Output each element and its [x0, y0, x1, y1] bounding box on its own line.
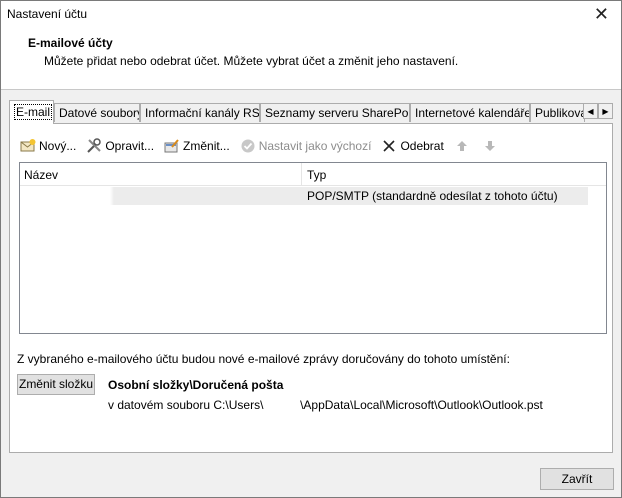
title-bar: Nastavení účtu ✕ [1, 1, 621, 29]
change-account-button[interactable]: Změnit... [164, 138, 230, 154]
tab-published-calendars[interactable]: Publikovan [530, 103, 585, 122]
account-name-cell [20, 187, 302, 205]
move-down-icon[interactable] [482, 138, 498, 154]
email-tab-panel: Nový... Opravit... Změnit... Nastavit ja… [9, 123, 613, 453]
accounts-list[interactable]: Název Typ POP/SMTP (standardně odesílat … [19, 162, 607, 334]
tools-icon [86, 138, 102, 154]
tab-rss-feeds[interactable]: Informační kanály RSS [140, 103, 260, 122]
repair-account-label: Opravit... [105, 139, 155, 153]
checkmark-circle-icon [240, 138, 256, 154]
remove-account-button[interactable]: Odebrat [381, 138, 444, 154]
close-window-icon[interactable]: ✕ [594, 3, 609, 25]
data-file-path: v datovém souboru C:\Users\ \AppData\Loc… [108, 398, 543, 412]
remove-account-label: Odebrat [400, 139, 444, 153]
set-default-label: Nastavit jako výchozí [258, 139, 372, 153]
change-account-label: Změnit... [183, 139, 230, 153]
column-header-name[interactable]: Název [20, 163, 302, 185]
list-header: Název Typ [20, 163, 606, 186]
tab-email[interactable]: E-mail [9, 100, 54, 124]
tab-internet-calendars[interactable]: Internetové kalendáře [410, 103, 530, 122]
header-subtitle: Můžete přidat nebo odebrat účet. Můžete … [44, 54, 459, 68]
account-type-cell: POP/SMTP (standardně odesílat z tohoto ú… [302, 187, 588, 205]
tab-scroll-right-icon[interactable]: ▶ [598, 103, 613, 119]
window-title: Nastavení účtu [7, 7, 88, 21]
new-account-button[interactable]: Nový... [20, 138, 76, 154]
delivery-location-label: Z vybraného e-mailového účtu budou nové … [17, 352, 510, 366]
header-title: E-mailové účty [28, 36, 113, 50]
accounts-toolbar: Nový... Opravit... Změnit... Nastavit ja… [20, 136, 510, 156]
move-up-icon[interactable] [454, 138, 470, 154]
envelope-icon [20, 138, 36, 154]
tab-scroll-left-icon[interactable]: ◀ [583, 103, 598, 119]
set-default-button[interactable]: Nastavit jako výchozí [240, 138, 372, 154]
close-button[interactable]: Zavřít [540, 468, 614, 490]
change-folder-button[interactable]: Změnit složku [17, 374, 95, 395]
dialog-header: E-mailové účty Můžete přidat nebo odebra… [1, 29, 621, 90]
delivery-folder: Osobní složky\Doručená pošta [108, 378, 284, 392]
tab-sharepoint-lists[interactable]: Seznamy serveru SharePoint [260, 103, 410, 122]
account-row[interactable]: POP/SMTP (standardně odesílat z tohoto ú… [20, 187, 588, 205]
edit-settings-icon [164, 138, 180, 154]
tab-data-files[interactable]: Datové soubory [54, 103, 140, 122]
repair-account-button[interactable]: Opravit... [86, 138, 154, 154]
column-header-type[interactable]: Typ [302, 163, 606, 185]
new-account-label: Nový... [39, 139, 77, 153]
tab-strip: E-mail Datové soubory Informační kanály … [9, 100, 613, 124]
account-settings-dialog: Nastavení účtu ✕ E-mailové účty Můžete p… [0, 0, 622, 498]
close-x-icon [381, 138, 397, 154]
tab-scroll: ◀ ▶ [583, 103, 613, 120]
